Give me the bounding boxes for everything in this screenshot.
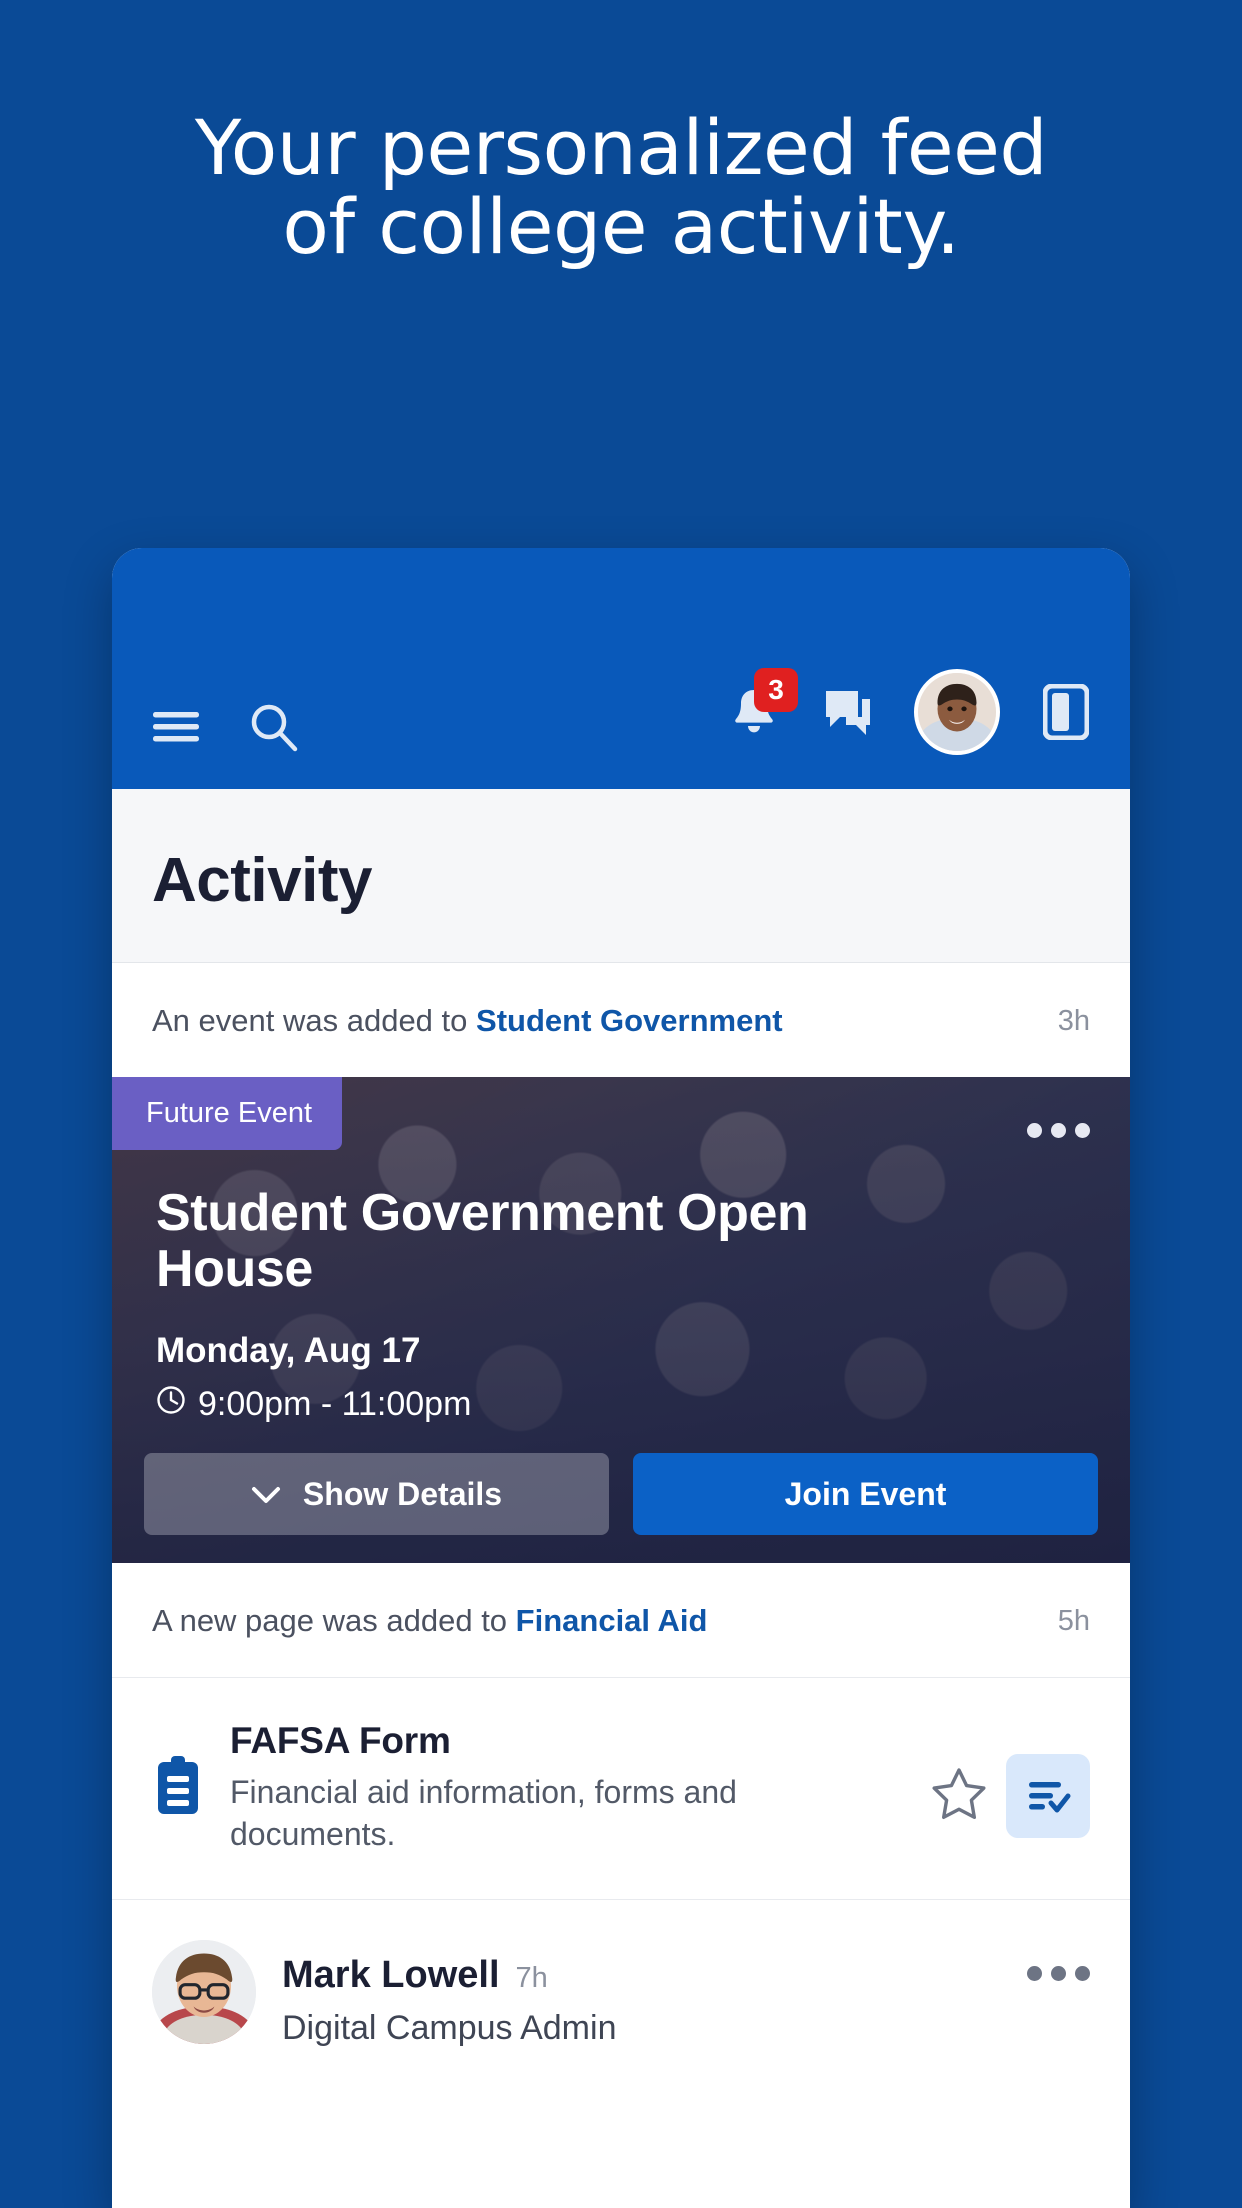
feed-notice-target-link[interactable]: Financial Aid — [516, 1603, 708, 1638]
screenshot-root: Your personalized feed of college activi… — [0, 0, 1242, 2208]
side-panel-icon[interactable] — [1038, 684, 1094, 740]
page-title: Activity — [152, 846, 372, 915]
event-card-body: Student Government Open House Monday, Au… — [156, 1185, 1086, 1424]
headline-line-1: Your personalized feed — [194, 103, 1048, 192]
feed-notice-target-link[interactable]: Student Government — [476, 1003, 783, 1038]
feed-notice-event[interactable]: An event was added to Student Government… — [112, 963, 1130, 1077]
status-badge: Future Event — [112, 1077, 343, 1150]
page-item-row[interactable]: FAFSA Form Financial aid information, fo… — [112, 1677, 1130, 1901]
event-title: Student Government Open House — [156, 1184, 809, 1299]
event-date: Monday, Aug 17 — [156, 1331, 421, 1371]
ellipsis-icon[interactable] — [1027, 1123, 1090, 1138]
app-bar-right-group: 3 — [726, 668, 1094, 755]
notification-count-badge: 3 — [754, 668, 798, 712]
checklist-icon[interactable] — [1006, 1754, 1090, 1838]
post-author-role: Digital Campus Admin — [282, 2009, 617, 2048]
show-details-button[interactable]: Show Details — [144, 1453, 609, 1535]
feed-notice-page[interactable]: A new page was added to Financial Aid 5h — [112, 1563, 1130, 1677]
post-author-name[interactable]: Mark Lowell — [282, 1954, 500, 1997]
event-time-row: 9:00pm - 11:00pm — [156, 1385, 1086, 1424]
chat-bubble-icon[interactable] — [820, 684, 876, 740]
headline-line-2: of college activity. — [282, 182, 960, 272]
event-card[interactable]: Future Event Student Government Open Hou… — [112, 1077, 1130, 1563]
show-details-label: Show Details — [302, 1475, 503, 1512]
page-headline: Your personalized feed of college activi… — [0, 108, 1242, 266]
feed-notice-prefix: A new page was added to — [152, 1603, 516, 1638]
event-action-bar: Show Details Join Event — [144, 1453, 1098, 1535]
search-icon[interactable] — [246, 699, 302, 755]
clock-icon — [156, 1385, 186, 1424]
post-row[interactable]: Mark Lowell 7h Digital Campus Admin — [112, 1900, 1130, 2049]
feed-notice-timestamp: 5h — [1057, 1604, 1090, 1637]
section-header: Activity — [112, 789, 1130, 963]
bell-icon[interactable]: 3 — [726, 668, 798, 740]
post-header: Mark Lowell 7h — [282, 1954, 1001, 1997]
feed-notice-timestamp: 3h — [1057, 1004, 1090, 1037]
phone-mockup: 3 Activity An event was added to Student… — [112, 548, 1130, 2208]
page-item-description: Financial aid information, forms and doc… — [230, 1774, 737, 1852]
hamburger-menu-icon[interactable] — [148, 699, 204, 755]
app-bar: 3 — [112, 548, 1130, 789]
star-outline-icon[interactable] — [930, 1766, 988, 1827]
post-timestamp: 7h — [515, 1962, 548, 1995]
clipboard-icon — [152, 1720, 204, 1821]
user-avatar[interactable] — [914, 669, 1000, 755]
mark-lowell-avatar[interactable] — [152, 1940, 256, 2045]
feed-notice-prefix: An event was added to — [152, 1003, 477, 1038]
event-time: 9:00pm - 11:00pm — [198, 1385, 472, 1424]
feed-notice-text: A new page was added to Financial Aid — [152, 1603, 1042, 1639]
join-event-button[interactable]: Join Event — [633, 1453, 1098, 1535]
feed-notice-text: An event was added to Student Government — [152, 1003, 1042, 1039]
chevron-down-icon — [251, 1476, 281, 1513]
app-bar-left-group — [148, 699, 302, 755]
page-item-title: FAFSA Form — [230, 1720, 451, 1761]
join-event-label: Join Event — [784, 1475, 947, 1512]
page-item-text: FAFSA Form Financial aid information, fo… — [230, 1720, 904, 1855]
ellipsis-icon[interactable] — [1027, 1940, 1090, 1982]
page-item-actions — [930, 1720, 1090, 1838]
post-content: Mark Lowell 7h Digital Campus Admin — [282, 1940, 1001, 2048]
